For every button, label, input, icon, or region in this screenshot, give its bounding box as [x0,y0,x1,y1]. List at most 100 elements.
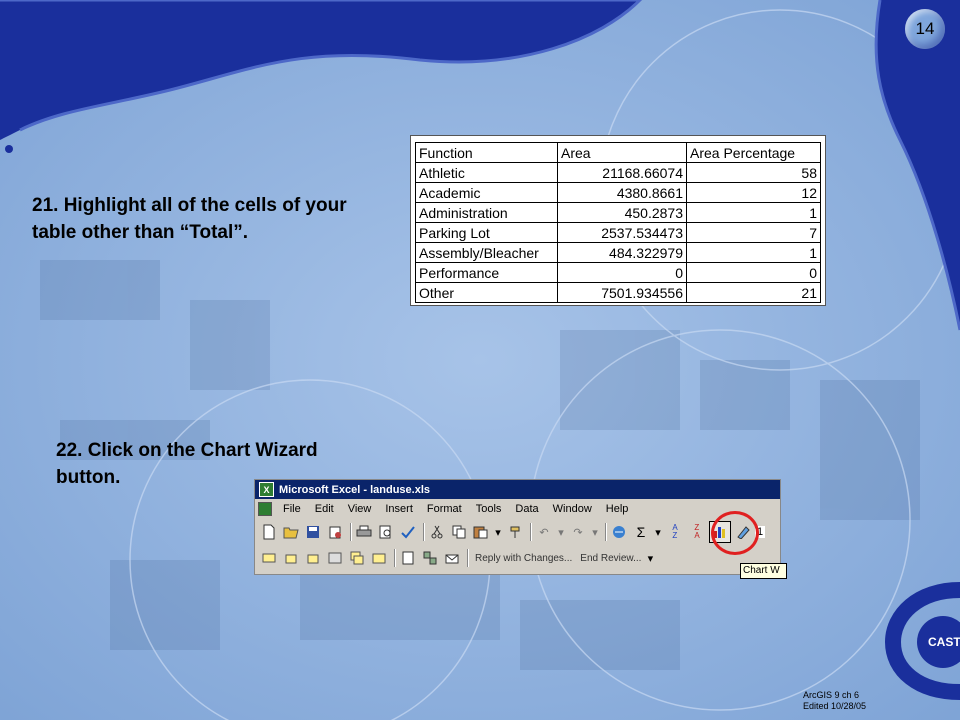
end-review-button[interactable]: End Review... [580,553,641,564]
table-row: Academic 4380.8661 12 [415,182,821,203]
cell-function[interactable]: Other [415,282,558,303]
excel-title: Microsoft Excel - landuse.xls [279,483,430,496]
hyperlink-icon[interactable] [609,522,629,542]
cast-logo: CAST [884,582,960,700]
step-21-instruction: 21. Highlight all of the cells of your t… [32,195,347,243]
chart-wizard-tooltip: Chart W [740,563,787,579]
reply-with-changes-button[interactable]: Reply with Changes... [475,553,572,564]
next-comment-icon[interactable] [303,548,323,568]
undo-icon[interactable]: ↶ [534,522,554,542]
toolbar-separator [423,523,424,541]
cell-area[interactable]: 7501.934556 [557,282,687,303]
background-art [0,0,960,720]
menu-view[interactable]: View [341,503,379,515]
excel-app-icon: X [259,482,274,497]
header-area[interactable]: Area [557,142,687,163]
toolbar-separator [530,523,531,541]
cell-percentage[interactable]: 7 [686,222,821,243]
cell-percentage[interactable]: 58 [686,162,821,183]
workbook-icon[interactable] [258,502,272,516]
paste-dropdown-icon[interactable]: ▾ [493,522,503,542]
table-row: Parking Lot 2537.534473 7 [415,222,821,243]
footer-edited-date: Edited 10/28/05 [803,701,867,711]
format-painter-icon[interactable] [505,522,525,542]
new-icon[interactable] [259,522,279,542]
toolbar-options-icon[interactable]: ▾ [645,548,655,568]
cell-function[interactable]: Administration [415,202,558,223]
toolbar-separator [394,549,395,567]
update-file-icon[interactable] [420,548,440,568]
menu-edit[interactable]: Edit [308,503,341,515]
cell-function[interactable]: Assembly/Bleacher [415,242,558,263]
menu-window[interactable]: Window [546,503,599,515]
menu-tools[interactable]: Tools [469,503,509,515]
menu-file[interactable]: File [276,503,308,515]
toolbar-separator [605,523,606,541]
print-preview-icon[interactable] [376,522,396,542]
header-area-percentage[interactable]: Area Percentage [686,142,821,163]
slide-footer: ArcGIS 9 ch 6 Edited 10/28/05 [803,690,866,712]
cell-area[interactable]: 4380.8661 [557,182,687,203]
menu-insert[interactable]: Insert [378,503,420,515]
delete-comment-icon[interactable] [369,548,389,568]
autosum-icon[interactable]: Σ [631,522,651,542]
menu-format[interactable]: Format [420,503,469,515]
landuse-table: Function Area Area Percentage Athletic 2… [410,135,826,306]
excel-window: X Microsoft Excel - landuse.xls File Edi… [254,479,781,575]
chart-wizard-highlight-circle [711,511,759,555]
standard-toolbar: ▾ ↶ ▾ ↷ ▾ Σ ▾ AZ ZA 1 [255,519,780,545]
table-row: Assembly/Bleacher 484.322979 1 [415,242,821,263]
cell-function[interactable]: Parking Lot [415,222,558,243]
menu-help[interactable]: Help [599,503,636,515]
page-number-badge: 14 [905,9,945,49]
new-comment-icon[interactable] [259,548,279,568]
cut-icon[interactable] [427,522,447,542]
spelling-icon[interactable] [398,522,418,542]
svg-text:CAST: CAST [928,635,960,649]
excel-menu-bar: File Edit View Insert Format Tools Data … [255,499,780,519]
redo-icon[interactable]: ↷ [568,522,588,542]
toolbar-separator [350,523,351,541]
paste-icon[interactable] [471,522,491,542]
table-row: Athletic 21168.66074 58 [415,162,821,183]
header-function[interactable]: Function [415,142,558,163]
open-icon[interactable] [281,522,301,542]
table-row: Performance 0 0 [415,262,821,283]
cell-area[interactable]: 450.2873 [557,202,687,223]
cell-area[interactable]: 484.322979 [557,242,687,263]
copy-icon[interactable] [449,522,469,542]
cell-function[interactable]: Athletic [415,162,558,183]
save-icon[interactable] [303,522,323,542]
toolbar-separator [467,549,468,567]
show-comment-icon[interactable] [325,548,345,568]
send-to-mail-icon[interactable] [442,548,462,568]
table-row: Other 7501.934556 21 [415,282,821,303]
undo-dropdown-icon[interactable]: ▾ [556,522,566,542]
cell-area[interactable]: 21168.66074 [557,162,687,183]
cell-percentage[interactable]: 1 [686,202,821,223]
previous-comment-icon[interactable] [281,548,301,568]
redo-dropdown-icon[interactable]: ▾ [590,522,600,542]
data-table: Function Area Area Percentage Athletic 2… [415,142,821,303]
cell-area[interactable]: 0 [557,262,687,283]
menu-data[interactable]: Data [508,503,545,515]
slide-background [0,0,960,720]
cell-percentage[interactable]: 0 [686,262,821,283]
autosum-dropdown-icon[interactable]: ▾ [653,522,663,542]
cell-function[interactable]: Academic [415,182,558,203]
cell-function[interactable]: Performance [415,262,558,283]
footer-course: ArcGIS 9 ch 6 [803,690,860,700]
excel-title-bar: X Microsoft Excel - landuse.xls [255,480,780,499]
sort-descending-icon[interactable]: ZA [687,522,707,542]
cell-percentage[interactable]: 1 [686,242,821,263]
reviewing-toolbar: Reply with Changes... End Review... ▾ [255,545,780,571]
cell-percentage[interactable]: 12 [686,182,821,203]
create-task-icon[interactable] [398,548,418,568]
cell-area[interactable]: 2537.534473 [557,222,687,243]
sort-ascending-icon[interactable]: AZ [665,522,685,542]
print-icon[interactable] [354,522,374,542]
permission-icon[interactable] [325,522,345,542]
show-all-comments-icon[interactable] [347,548,367,568]
cell-percentage[interactable]: 21 [686,282,821,303]
table-header-row: Function Area Area Percentage [415,142,821,163]
